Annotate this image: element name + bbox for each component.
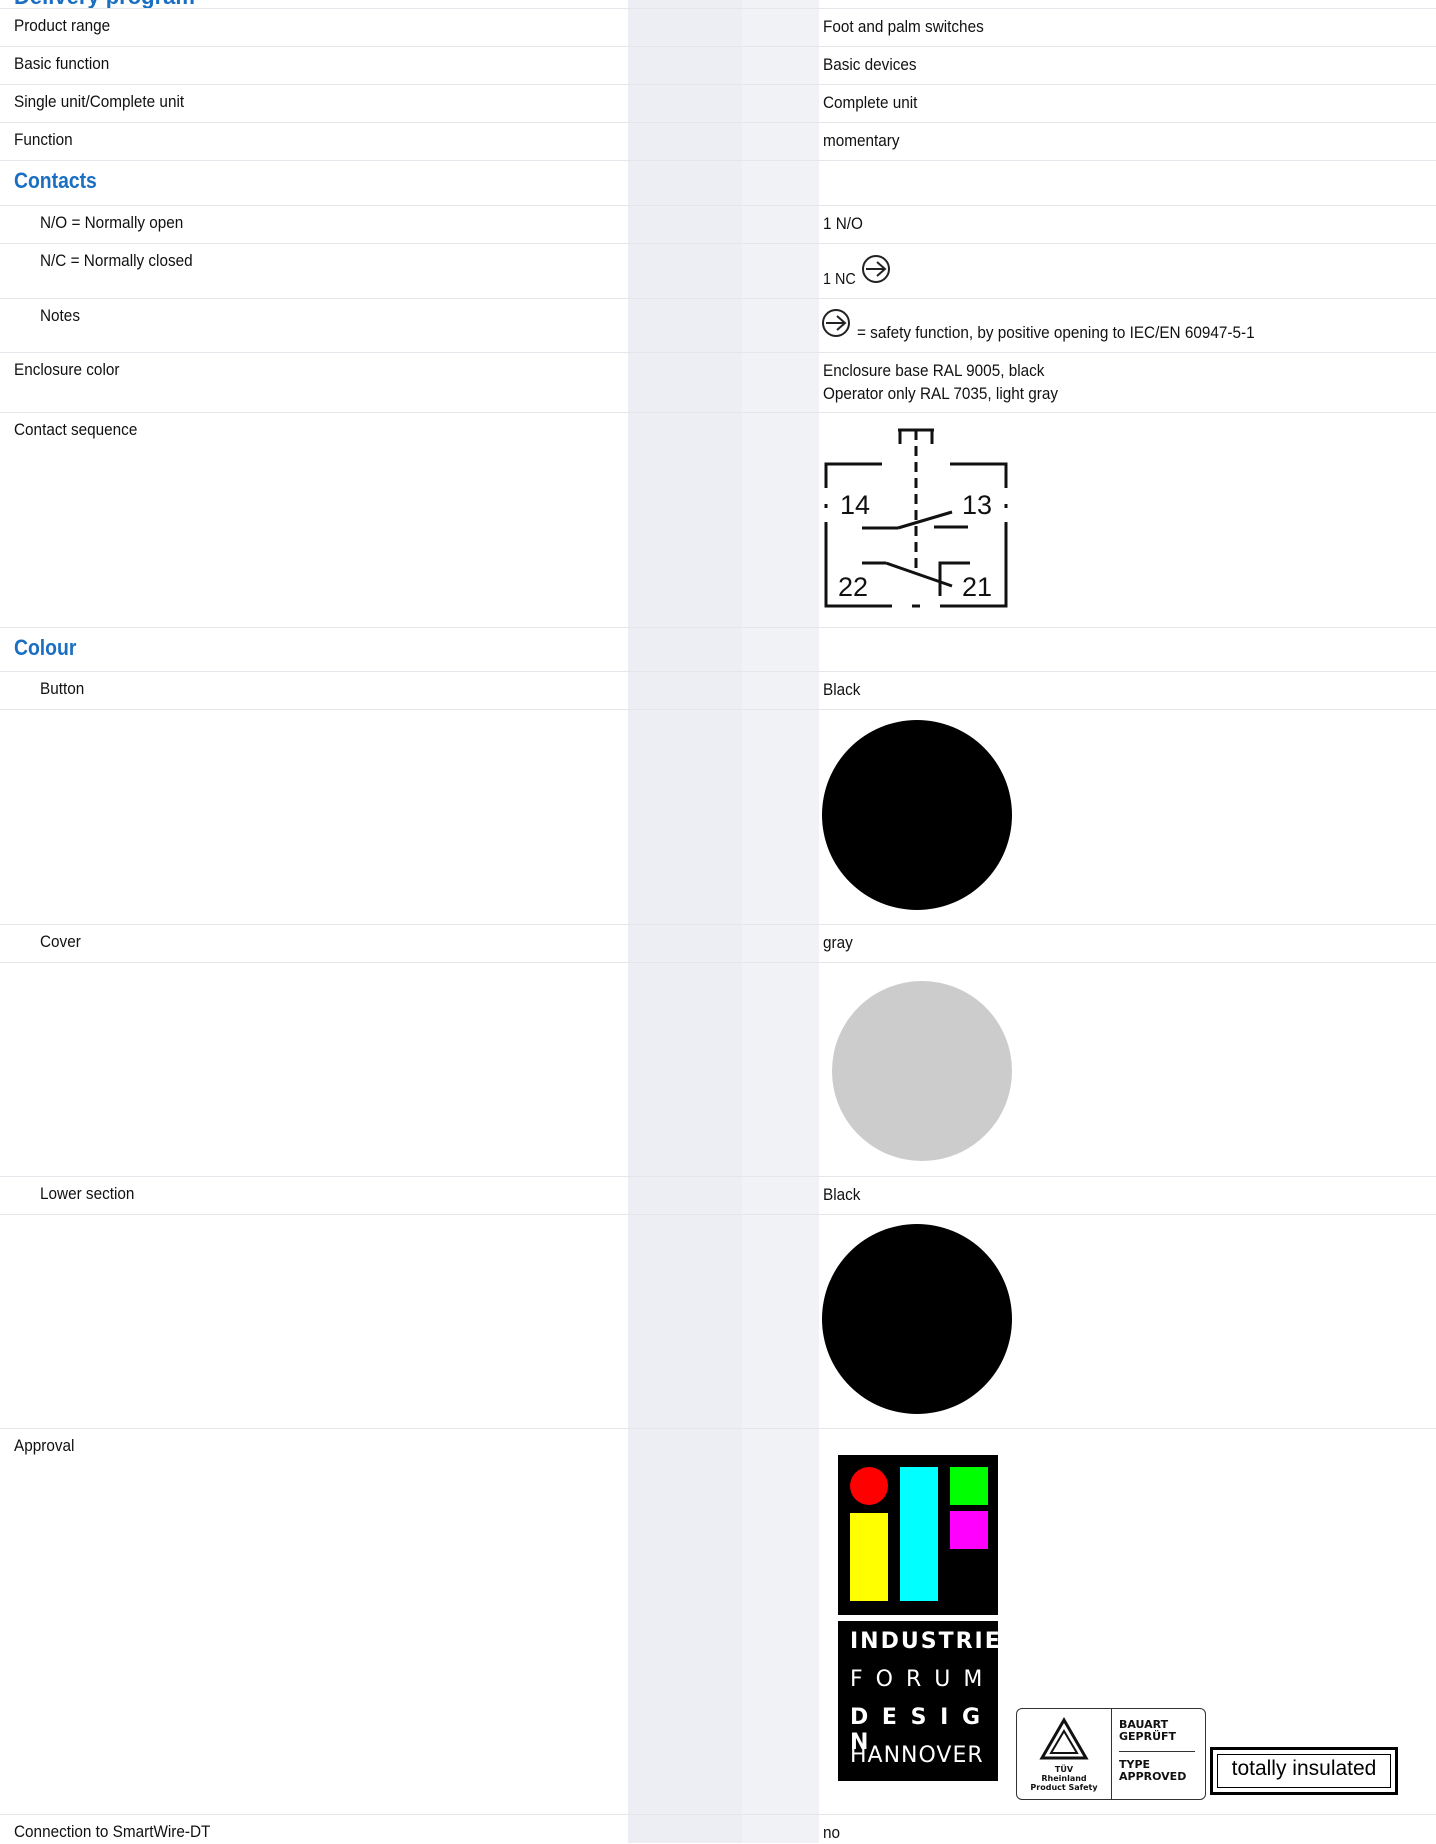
table-row: Single unit/Complete unit Complete unit xyxy=(0,84,1436,123)
if-design-wordmark: INDUSTRIE F O R U M D E S I G N HANNOVER xyxy=(838,1621,1000,1781)
button-color-swatch xyxy=(822,720,1012,910)
row-label: Connection to SmartWire-DT xyxy=(14,1822,211,1841)
table-row: Function momentary xyxy=(0,122,1436,161)
if-design-logo xyxy=(838,1455,998,1615)
table-row: Notes = safety function, by positive ope… xyxy=(0,298,1436,353)
table-row: Cover gray xyxy=(0,924,1436,963)
table-row: Connection to SmartWire-DT no xyxy=(0,1814,1436,1844)
row-value: Black xyxy=(823,1185,861,1204)
table-row xyxy=(0,962,1436,1177)
row-label: Basic function xyxy=(14,54,110,73)
totally-insulated-logo: totally insulated xyxy=(1210,1747,1398,1795)
row-value: Foot and palm switches xyxy=(823,17,984,36)
terminal-label: 14 xyxy=(840,490,870,520)
row-label: Notes xyxy=(40,306,80,325)
section-header-row: Colour xyxy=(0,627,1436,672)
lower-section-color-swatch xyxy=(822,1224,1012,1414)
section-title-colour: Colour xyxy=(14,635,77,660)
contact-sequence-diagram: 14 13 22 21 xyxy=(824,428,1008,608)
positive-opening-icon xyxy=(822,309,850,337)
table-row: Button Black xyxy=(0,671,1436,710)
row-value: Complete unit xyxy=(823,93,918,112)
row-label: N/O = Normally open xyxy=(40,213,184,232)
row-value: gray xyxy=(823,933,853,952)
row-value: 1 NC xyxy=(823,271,856,288)
row-value-line2: Operator only RAL 7035, light gray xyxy=(823,384,1059,403)
row-value: no xyxy=(823,1823,841,1842)
table-row: N/O = Normally open 1 N/O xyxy=(0,205,1436,244)
row-value: Black xyxy=(823,680,861,699)
positive-opening-icon xyxy=(862,255,890,283)
terminal-label: 22 xyxy=(838,572,868,602)
table-row: Basic function Basic devices xyxy=(0,46,1436,85)
table-row: Product range Foot and palm switches xyxy=(0,8,1436,47)
section-title-contacts: Contacts xyxy=(14,168,97,193)
row-label: Single unit/Complete unit xyxy=(14,92,185,111)
row-label: Approval xyxy=(14,1436,75,1455)
table-row: Approval INDUSTRIE F O R U M D E S I G N… xyxy=(0,1428,1436,1815)
table-row: Lower section Black xyxy=(0,1176,1436,1215)
table-row xyxy=(0,1214,1436,1429)
table-row: Contact sequence 14 13 22 21 xyxy=(0,412,1436,628)
row-value-line1: Enclosure base RAL 9005, black xyxy=(823,361,1045,380)
tuv-type-approved-logo: TÜV Rheinland Product Safety BAUART GEPR… xyxy=(1016,1708,1206,1800)
row-label: Enclosure color xyxy=(14,360,120,379)
row-value: Basic devices xyxy=(823,55,917,74)
row-label: Cover xyxy=(40,932,81,951)
row-label: Lower section xyxy=(40,1184,135,1203)
row-value: momentary xyxy=(823,131,900,150)
row-label: Button xyxy=(40,679,85,698)
row-value: 1 N/O xyxy=(823,214,863,233)
table-row xyxy=(0,709,1436,925)
terminal-label: 21 xyxy=(962,572,992,602)
row-label: Product range xyxy=(14,16,111,35)
terminal-label: 13 xyxy=(962,490,992,520)
row-label: Contact sequence xyxy=(14,420,138,439)
section-header-row: Contacts xyxy=(0,160,1436,206)
table-row: N/C = Normally closed 1 NC xyxy=(0,243,1436,299)
table-row: Enclosure color Enclosure base RAL 9005,… xyxy=(0,352,1436,413)
row-label: N/C = Normally closed xyxy=(40,251,193,270)
cover-color-swatch xyxy=(832,981,1012,1161)
row-value: = safety function, by positive opening t… xyxy=(857,323,1255,342)
row-label: Function xyxy=(14,130,73,149)
